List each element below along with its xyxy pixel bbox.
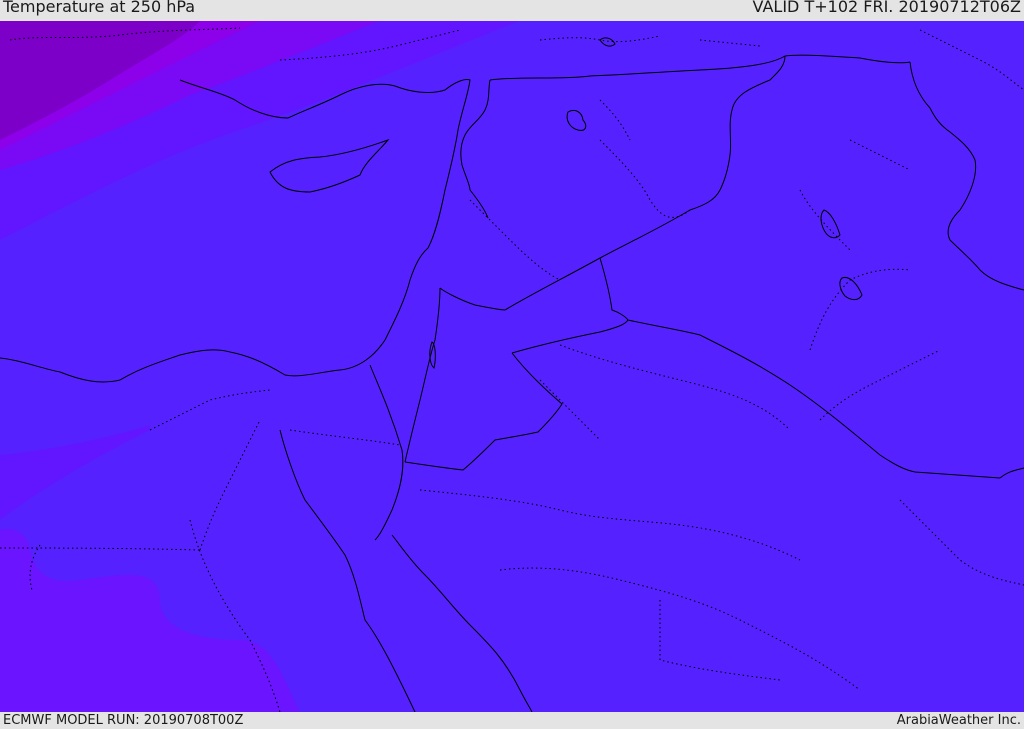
temperature-map[interactable]: [0, 21, 1024, 712]
map-title: Temperature at 250 hPa: [3, 0, 196, 16]
valid-time: VALID T+102 FRI. 20190712T06Z: [752, 0, 1021, 16]
map-footer: ECMWF MODEL RUN: 20190708T00Z ArabiaWeat…: [0, 712, 1024, 729]
model-run-label: ECMWF MODEL RUN: 20190708T00Z: [3, 713, 244, 728]
map-header: Temperature at 250 hPa VALID T+102 FRI. …: [0, 0, 1024, 21]
credit-label: ArabiaWeather Inc.: [896, 713, 1021, 728]
